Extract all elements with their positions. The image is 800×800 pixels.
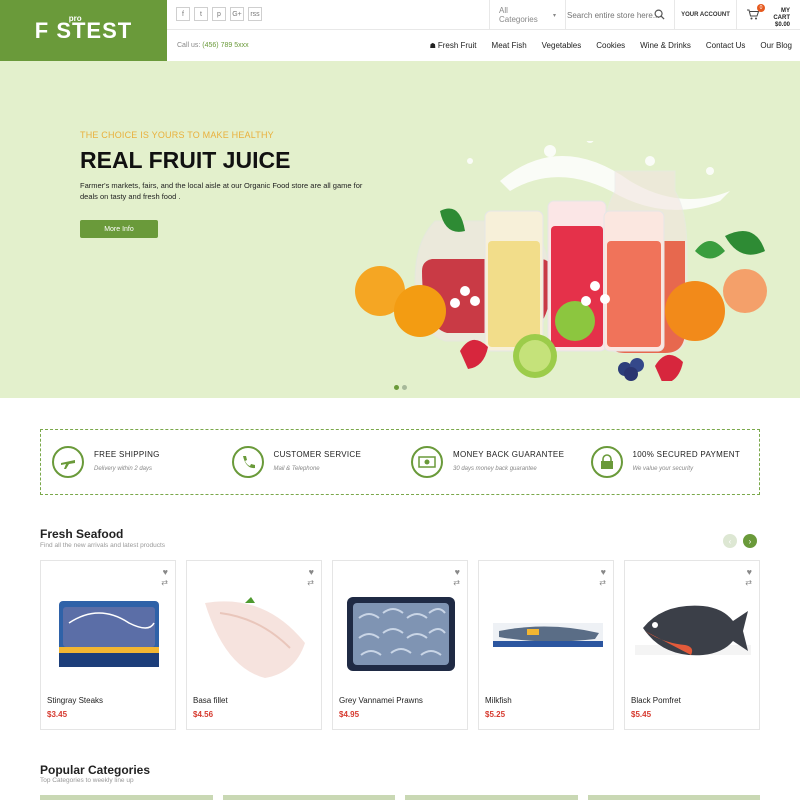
heart-icon[interactable]: ♥ (455, 567, 460, 577)
section-subtitle: Find all the new arrivals and latest pro… (40, 542, 166, 549)
cart-summary: MY CART $0.00 (764, 8, 790, 29)
heart-icon[interactable]: ♥ (601, 567, 606, 577)
google-plus-icon[interactable]: G+ (230, 7, 244, 21)
product-card[interactable]: ♥ ⇄ Milkfish $5.25 (478, 560, 614, 730)
features-bar: FREE SHIPPING Delivery within 2 days CUS… (40, 429, 760, 495)
feature-money-back: MONEY BACK GUARANTEE 30 days money back … (400, 430, 580, 494)
hero-title: REAL FRUIT JUICE (80, 147, 291, 173)
feature-title: 100% SECURED PAYMENT (632, 450, 741, 459)
heart-icon[interactable]: ♥ (309, 567, 314, 577)
category-images-strip (40, 795, 760, 800)
cart-total: $0.00 (774, 22, 790, 28)
chevron-right-icon[interactable]: › (743, 534, 757, 548)
slider-dot[interactable] (402, 385, 407, 390)
logo-text: F STEST pro (34, 14, 133, 44)
feature-title: CUSTOMER SERVICE (273, 450, 362, 459)
nav-label: Fresh Fruit (437, 41, 477, 50)
product-card[interactable]: ♥ ⇄ Stingray Steaks $3.45 (40, 560, 176, 730)
hero-description: Farmer's markets, fairs, and the local a… (80, 181, 363, 201)
social-links: f t p G+ rss (176, 7, 262, 21)
category-select-value: All Categories (499, 6, 538, 24)
product-name[interactable]: Black Pomfret (631, 696, 681, 705)
heart-icon[interactable]: ♥ (747, 567, 752, 577)
top-bar: f t p G+ rss All Categories ▾ YOUR ACCOU… (167, 0, 800, 30)
product-card[interactable]: ♥ ⇄ Basa fillet $4.56 (186, 560, 322, 730)
hero-tagline: THE CHOICE IS YOURS TO MAKE HEALTHY (80, 130, 274, 140)
feature-subtitle: We value your security (632, 466, 694, 472)
product-image (493, 623, 603, 647)
slider-dots (394, 385, 407, 390)
logo-pro-label: pro (68, 13, 82, 23)
category-image[interactable] (40, 795, 213, 800)
chevron-left-icon[interactable]: ‹ (723, 534, 737, 548)
money-icon (411, 446, 443, 478)
product-price: $4.56 (193, 710, 214, 719)
section-subtitle: Top Categories to weekly line up (40, 777, 134, 784)
feature-subtitle: 30 days money back guarantee (453, 466, 537, 472)
cart-button[interactable]: 0 MY CART $0.00 (736, 0, 800, 30)
section-title: Fresh Seafood (40, 527, 124, 541)
section-title: Popular Categories (40, 763, 151, 777)
plane-icon (52, 446, 84, 478)
feature-secured-payment: 100% SECURED PAYMENT We value your secur… (580, 430, 760, 494)
phone-info: Call us: (456) 789 5xxx (177, 42, 249, 49)
product-image (635, 605, 751, 656)
nav-vegetables[interactable]: Vegetables (542, 41, 582, 50)
category-select[interactable]: All Categories ▾ (489, 0, 565, 30)
product-card[interactable]: ♥ ⇄ Grey Vannamei Prawns $4.95 (332, 560, 468, 730)
search-icon[interactable] (654, 9, 665, 20)
rss-icon[interactable]: rss (248, 7, 262, 21)
heart-icon[interactable]: ♥ (163, 567, 168, 577)
phone-icon (231, 446, 264, 478)
lock-icon (590, 446, 623, 478)
phone-number: (456) 789 5xxx (202, 42, 249, 49)
product-price: $5.45 (631, 710, 652, 719)
chevron-down-icon: ▾ (552, 12, 556, 19)
nav-our-blog[interactable]: Our Blog (760, 41, 792, 50)
main-nav: ☗ Fresh Fruit Meat Fish Vegetables Cooki… (430, 41, 792, 50)
product-image (347, 597, 455, 671)
feature-subtitle: Delivery within 2 days (94, 466, 153, 472)
product-price: $4.95 (339, 710, 360, 719)
product-image (205, 597, 305, 678)
product-carousel: ♥ ⇄ Stingray Steaks $3.45 ♥ ⇄ Basa fille… (40, 560, 760, 730)
phone-label: Call us: (177, 42, 201, 49)
home-icon: ☗ (429, 43, 438, 50)
feature-title: FREE SHIPPING (94, 450, 160, 459)
product-name[interactable]: Basa fillet (193, 696, 228, 705)
facebook-icon[interactable]: f (176, 7, 190, 21)
nav-meat-fish[interactable]: Meat Fish (492, 41, 527, 50)
juice-fruit-image (355, 141, 767, 381)
carousel-arrows: ‹ › (723, 534, 757, 548)
nav-cookies[interactable]: Cookies (596, 41, 625, 50)
category-image[interactable] (587, 795, 760, 800)
pinterest-icon[interactable]: p (212, 7, 226, 21)
feature-subtitle: Mail & Telephone (273, 466, 320, 472)
hero-slider: THE CHOICE IS YOURS TO MAKE HEALTHY REAL… (0, 61, 800, 398)
product-image (59, 601, 159, 667)
account-link[interactable]: YOUR ACCOUNT (674, 0, 736, 30)
logo-wordmark: F STEST (34, 17, 133, 43)
nav-wine-drinks[interactable]: Wine & Drinks (640, 41, 691, 50)
page: F STEST pro f t p G+ rss All Categories … (0, 0, 800, 800)
feature-free-shipping: FREE SHIPPING Delivery within 2 days (41, 430, 221, 494)
more-info-button[interactable]: More Info (80, 220, 158, 238)
product-price: $5.25 (485, 710, 506, 719)
product-name[interactable]: Stingray Steaks (47, 696, 103, 705)
logo[interactable]: F STEST pro (0, 0, 167, 61)
product-card[interactable]: ♥ ⇄ Black Pomfret $5.45 (624, 560, 760, 730)
product-name[interactable]: Grey Vannamei Prawns (339, 696, 423, 705)
nav-contact-us[interactable]: Contact Us (706, 41, 746, 50)
nav-fresh-fruit[interactable]: ☗ Fresh Fruit (430, 41, 477, 50)
product-price: $3.45 (47, 710, 68, 719)
category-image[interactable] (222, 795, 395, 800)
product-name[interactable]: Milkfish (485, 696, 512, 705)
slider-dot[interactable] (394, 385, 399, 390)
twitter-icon[interactable]: t (194, 7, 208, 21)
feature-title: MONEY BACK GUARANTEE (453, 450, 565, 459)
cart-label: MY CART (773, 8, 790, 21)
category-image[interactable] (405, 795, 578, 800)
feature-customer-service: CUSTOMER SERVICE Mail & Telephone (221, 430, 401, 494)
